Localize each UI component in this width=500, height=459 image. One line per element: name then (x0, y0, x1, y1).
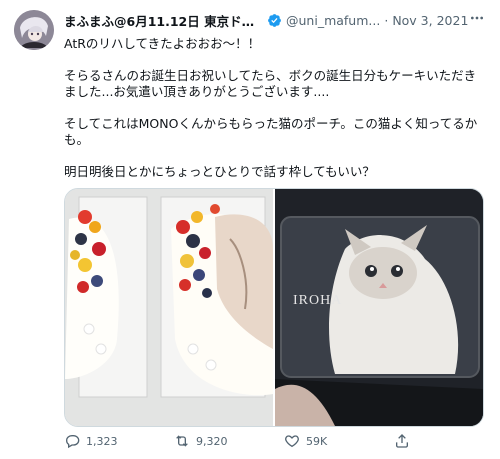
avatar-image (14, 10, 54, 50)
reply-count: 1,323 (86, 434, 118, 448)
tweet-header: まふまふ@6月11.12日 東京ドーム2... @uni_mafum... · … (64, 10, 488, 30)
verified-badge-icon (268, 13, 281, 27)
like-action[interactable]: 59K (284, 433, 394, 449)
tweet-text: AtRのリハしてきたよおおお～！！ そらるさんのお誕生日お祝いしてたら、ボクの誕… (64, 36, 488, 196)
tweet-line: 明日明後日とかにちょっとひとりで話す枠してもいい？ (64, 164, 375, 179)
reply-icon (65, 435, 80, 449)
pouch-caption: IROHA (293, 293, 343, 308)
share-action[interactable] (394, 433, 410, 449)
reply-action[interactable]: 1,323 (64, 433, 174, 449)
more-options-icon[interactable] (468, 10, 486, 28)
tweet[interactable]: まふまふ@6月11.12日 東京ドーム2... @uni_mafum... · … (0, 0, 500, 459)
separator-dot: · (384, 12, 389, 28)
tweet-line: そしてこれはMONOくんからもらった猫のポーチ。この猫よく知ってるかも。 (64, 116, 478, 147)
share-icon (396, 434, 408, 448)
retweet-count: 9,320 (196, 434, 228, 448)
avatar[interactable] (14, 10, 54, 50)
display-name[interactable]: まふまふ@6月11.12日 東京ドーム2... (64, 11, 264, 30)
action-bar: 1,323 9,320 59K (64, 432, 488, 450)
tweet-line: AtRのリハしてきたよおおお～！！ (64, 36, 261, 51)
tweet-date[interactable]: Nov 3, 2021 (392, 13, 468, 28)
cat-pouch-photo[interactable]: IROHA (275, 189, 483, 426)
retweet-action[interactable]: 9,320 (174, 433, 284, 449)
heart-icon (285, 435, 299, 448)
media-grid: IROHA (64, 188, 484, 427)
retweet-icon (176, 435, 188, 447)
cake-photo[interactable] (65, 189, 275, 426)
user-handle[interactable]: @uni_mafum... (286, 13, 380, 28)
tweet-line: そらるさんのお誕生日お祝いしてたら、ボクの誕生日分もケーキいただきました...お… (64, 68, 477, 99)
like-count: 59K (306, 434, 328, 448)
